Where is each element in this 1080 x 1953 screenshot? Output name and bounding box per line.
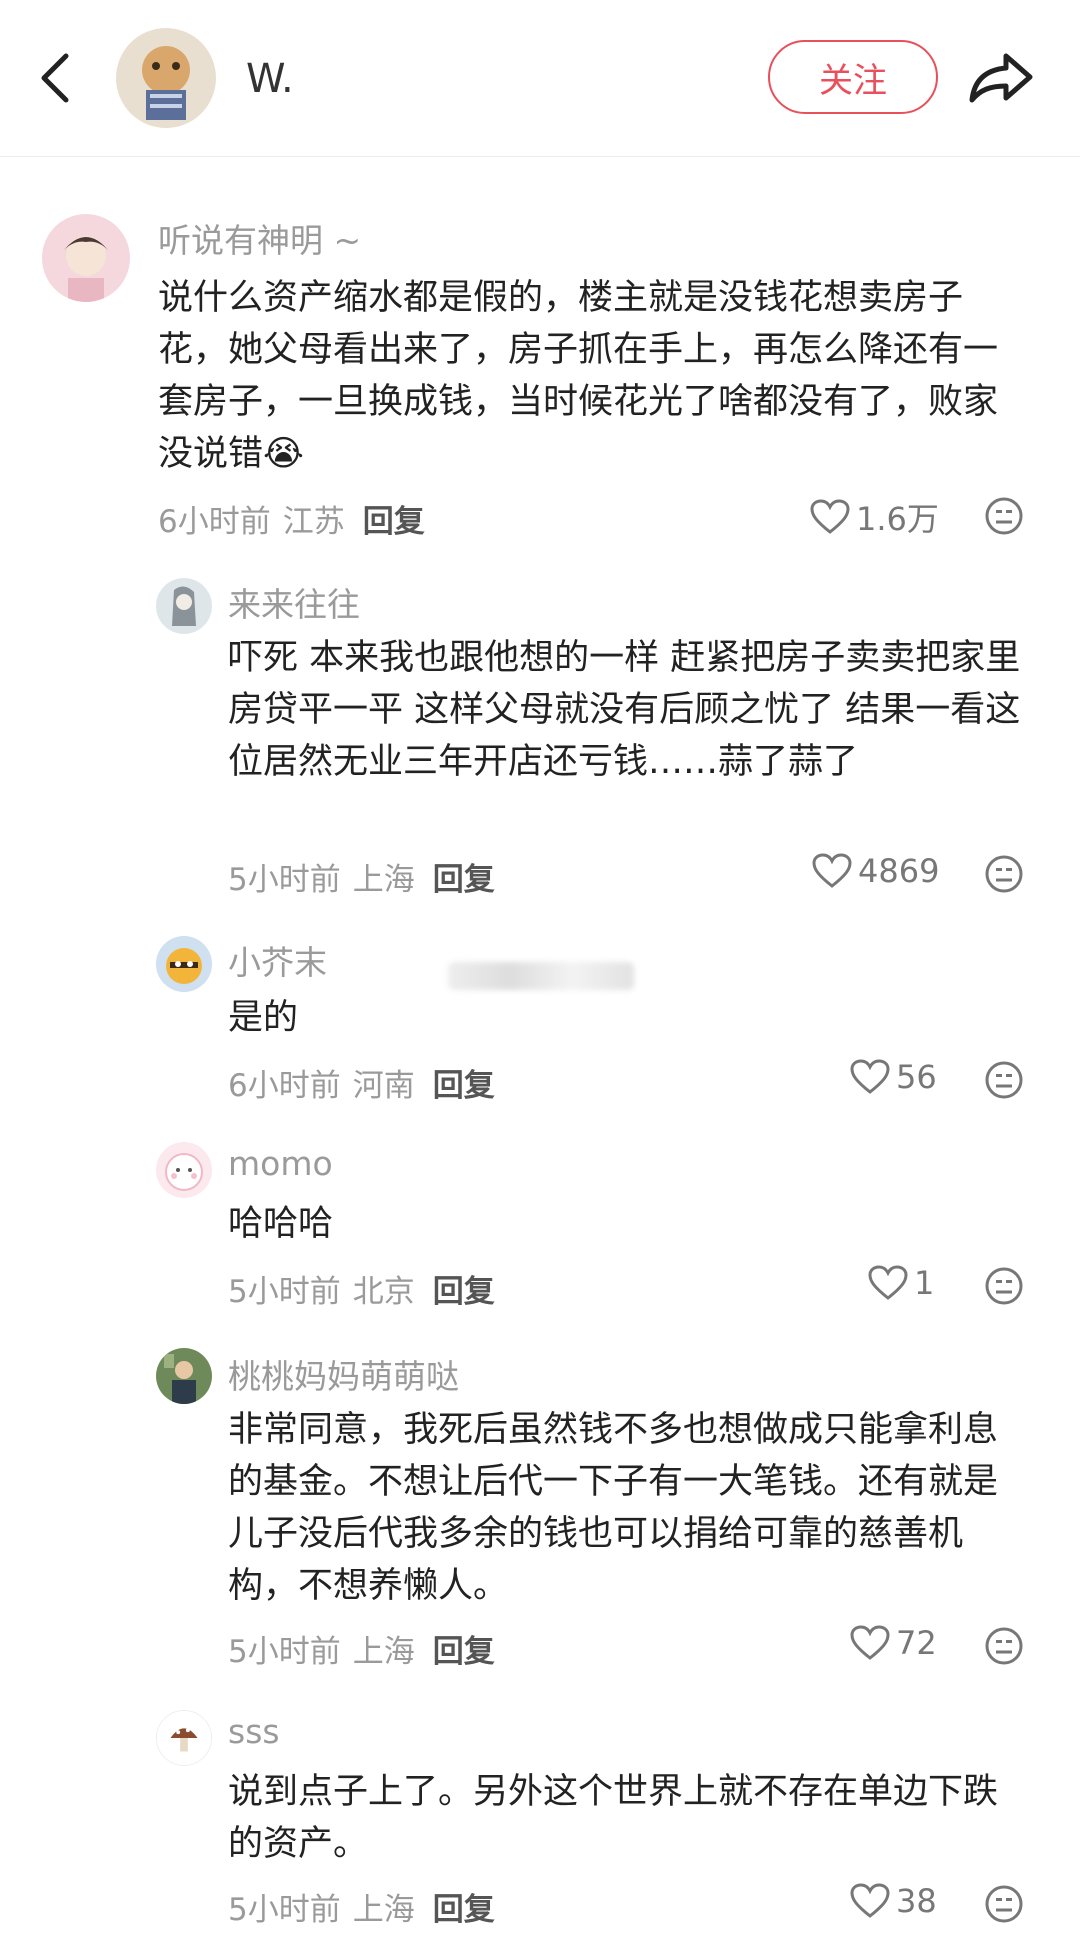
share-arrow-icon[interactable]: [968, 50, 1034, 106]
comment-location: 上海: [352, 862, 415, 898]
heart-outline-icon: [868, 1265, 908, 1300]
commenter-avatar[interactable]: [156, 936, 212, 992]
comment-meta: 5小时前 北京 回复: [228, 1266, 495, 1311]
comment-location: 上海: [352, 1892, 415, 1928]
like-button[interactable]: 4869: [812, 852, 939, 890]
meh-face-icon[interactable]: [984, 1884, 1024, 1924]
commenter-name[interactable]: 桃桃妈妈萌萌哒: [228, 1350, 459, 1398]
like-count: 72: [896, 1624, 937, 1662]
heart-outline-icon: [850, 1625, 890, 1660]
commenter-name[interactable]: 听说有神明 ~: [158, 214, 361, 262]
heart-outline-icon: [850, 1059, 890, 1094]
comment-text: 吓死 本来我也跟他想的一样 赶紧把房子卖卖把家里房贷平一平 这样父母就没有后顾之…: [228, 638, 1021, 782]
like-count: 1: [914, 1264, 935, 1302]
comment-text: 非常同意，我死后虽然钱不多也想做成只能拿利息的基金。不想让后代一下子有一大笔钱。…: [228, 1410, 999, 1606]
like-count: 4869: [858, 852, 940, 890]
reply-button[interactable]: 回复: [433, 862, 495, 898]
meh-face-icon[interactable]: [984, 854, 1024, 894]
top-bar: W. 关注: [0, 0, 1080, 157]
comment-text: 哈哈哈: [228, 1204, 334, 1244]
reply-button[interactable]: 回复: [433, 1892, 495, 1928]
reply-button[interactable]: 回复: [433, 1068, 495, 1104]
meh-face-icon[interactable]: [984, 1626, 1024, 1666]
commenter-name[interactable]: sss: [228, 1712, 280, 1751]
like-button[interactable]: 56: [850, 1058, 937, 1096]
like-button[interactable]: 1: [868, 1264, 934, 1302]
like-button[interactable]: 72: [850, 1624, 937, 1662]
follow-button[interactable]: 关注: [768, 40, 938, 114]
comment-text: 说到点子上了。另外这个世界上就不存在单边下跌的资产。: [228, 1772, 999, 1864]
heart-outline-icon: [810, 499, 850, 534]
comment-meta: 5小时前 上海 回复: [228, 1626, 495, 1671]
commenter-name[interactable]: 小芥末: [228, 936, 327, 984]
blurred-badge: [448, 962, 634, 990]
heart-outline-icon: [812, 853, 852, 888]
heart-outline-icon: [850, 1883, 890, 1918]
comment-text: 是的: [228, 998, 299, 1038]
crying-emoji: 😭: [263, 434, 304, 474]
commenter-avatar[interactable]: [42, 214, 130, 302]
comment-time: 5小时前: [228, 862, 341, 898]
comment-time: 5小时前: [228, 1892, 341, 1928]
reply-button[interactable]: 回复: [433, 1634, 495, 1670]
comment-meta: 6小时前 江苏 回复: [158, 496, 425, 541]
comment-location: 河南: [352, 1068, 415, 1104]
reply-button[interactable]: 回复: [363, 504, 425, 540]
back-chevron-icon[interactable]: [36, 50, 76, 106]
author-name[interactable]: W.: [246, 56, 294, 102]
commenter-name[interactable]: 来来往往: [228, 578, 360, 626]
commenter-avatar[interactable]: [156, 578, 212, 634]
meh-face-icon[interactable]: [984, 1060, 1024, 1100]
like-button[interactable]: 1.6万: [810, 494, 939, 540]
comment-time: 6小时前: [228, 1068, 341, 1104]
comment-meta: 5小时前 上海 回复: [228, 1884, 495, 1929]
commenter-name[interactable]: momo: [228, 1144, 333, 1183]
commenter-avatar[interactable]: [156, 1142, 212, 1198]
comment-location: 江苏: [282, 504, 345, 540]
comment-text: 说什么资产缩水都是假的，楼主就是没钱花想卖房子花，她父母看出来了，房子抓在手上，…: [158, 278, 999, 474]
comment-meta: 6小时前 河南 回复: [228, 1060, 495, 1105]
comment-location: 上海: [352, 1634, 415, 1670]
reply-button[interactable]: 回复: [433, 1274, 495, 1310]
like-count: 38: [896, 1882, 937, 1920]
commenter-avatar[interactable]: [156, 1348, 212, 1404]
comment-time: 5小时前: [228, 1634, 341, 1670]
like-count: 1.6万: [856, 500, 939, 538]
meh-face-icon[interactable]: [984, 1266, 1024, 1306]
comment-time: 5小时前: [228, 1274, 341, 1310]
comment-meta: 5小时前 上海 回复: [228, 854, 495, 899]
like-count: 56: [896, 1058, 937, 1096]
author-avatar[interactable]: [116, 28, 216, 128]
like-button[interactable]: 38: [850, 1882, 937, 1920]
comment-time: 6小时前: [158, 504, 271, 540]
meh-face-icon[interactable]: [984, 496, 1024, 536]
comment-location: 北京: [352, 1274, 415, 1310]
commenter-avatar[interactable]: [156, 1710, 212, 1766]
